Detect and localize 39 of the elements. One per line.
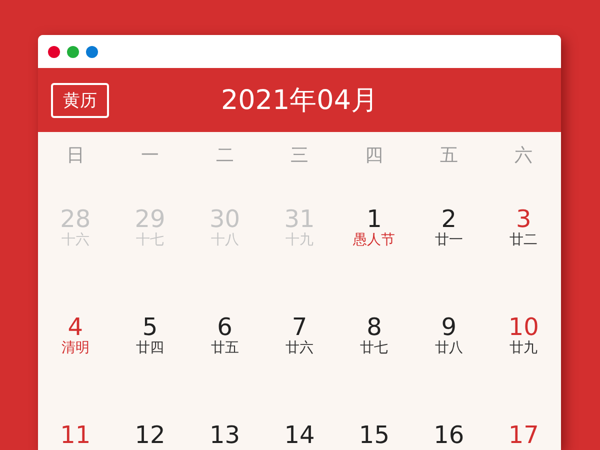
lunar-date: 廿九 [510,340,538,357]
lunar-date: 廿五 [210,340,239,357]
day-number[interactable]: 15 [358,422,390,448]
weekday-label: 日 [66,144,84,167]
day-number[interactable]: 12 [134,422,166,448]
window-control-icon[interactable] [48,46,60,58]
window-control-icon[interactable] [67,46,79,58]
lunar-date: 廿八 [434,340,463,357]
lunar-date: 廿一 [434,232,463,249]
day-number[interactable]: 16 [434,422,464,448]
day-number[interactable]: 9 [441,314,457,340]
lunar-date: 清明 [61,340,90,357]
day-number[interactable]: 8 [366,314,382,340]
day-number[interactable]: 13 [210,422,240,448]
weekday-label: 五 [440,144,458,167]
day-number[interactable]: 1 [366,206,382,232]
day-number[interactable]: 3 [516,206,532,232]
almanac-button[interactable]: 黄历 [51,82,109,118]
weekday-label: 二 [216,144,234,167]
lunar-date: 廿七 [360,340,388,357]
day-number[interactable]: 4 [68,314,83,340]
day-number[interactable]: 7 [292,314,308,340]
lunar-date: 廿六 [285,340,314,357]
day-number[interactable]: 2 [441,206,457,232]
day-number[interactable]: 5 [142,314,158,340]
month-title: 2021年04月 [220,84,378,118]
day-number[interactable]: 17 [508,422,539,448]
day-number[interactable]: 14 [284,422,315,448]
day-number[interactable]: 6 [217,314,232,340]
weekday-label: 四 [365,144,384,167]
lunar-date: 廿二 [510,232,538,249]
lunar-date: 愚人节 [353,232,396,249]
window-control-icon[interactable] [86,46,98,58]
lunar-date: 廿四 [136,340,164,357]
weekday-label: 六 [514,144,533,167]
weekday-label: 三 [290,144,308,167]
day-number[interactable]: 10 [508,314,539,340]
weekday-label: 一 [141,144,160,167]
day-number[interactable]: 11 [60,422,91,448]
